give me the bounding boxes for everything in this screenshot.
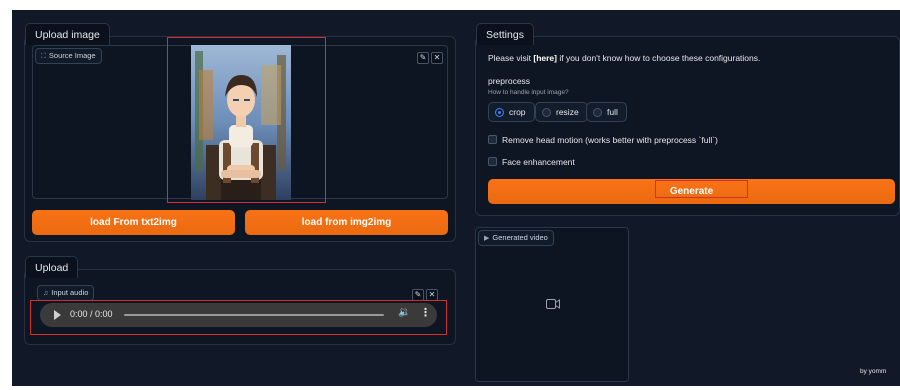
volume-icon[interactable]: 🔉 (398, 307, 410, 318)
radio-full[interactable]: full (586, 102, 627, 122)
music-note-icon: ♫ (43, 290, 49, 297)
image-icon: ⛶ (41, 53, 46, 60)
input-audio-label: Input audio (51, 288, 89, 297)
radio-dot-full (593, 108, 602, 117)
app-root: Upload image ⛶ Source Image ✎ ✕ load Fro… (12, 10, 900, 386)
tab-upload-image[interactable]: Upload image (25, 23, 110, 45)
audio-progress-track[interactable] (124, 314, 384, 316)
radio-full-label: full (607, 107, 618, 117)
face-enhancement-label: Face enhancement (502, 157, 575, 167)
radio-resize[interactable]: resize (535, 102, 588, 122)
audio-time: 0:00 / 0:00 (70, 309, 113, 319)
play-icon[interactable] (54, 310, 61, 320)
generated-video-box: ▶ Generated video (475, 227, 629, 382)
still-mode-label: Remove head motion (works better with pr… (502, 135, 718, 145)
radio-dot-crop (495, 108, 504, 117)
radio-resize-label: resize (556, 107, 579, 117)
help-prefix: Please visit (488, 53, 534, 63)
close-audio-icon[interactable]: ✕ (426, 289, 438, 301)
radio-dot-resize (542, 108, 551, 117)
radio-crop[interactable]: crop (488, 102, 535, 122)
source-image-box[interactable]: ⛶ Source Image ✎ ✕ (32, 45, 448, 200)
radio-crop-label: crop (509, 107, 526, 117)
edit-icon[interactable]: ✎ (417, 52, 429, 64)
input-audio-chip: ♫ Input audio (37, 285, 95, 301)
close-icon[interactable]: ✕ (431, 52, 443, 64)
help-text: Please visit [here] if you don't know ho… (488, 53, 760, 63)
preprocess-label: preprocess (488, 76, 531, 86)
tab-settings[interactable]: Settings (476, 23, 534, 45)
face-enhancement-checkbox[interactable] (488, 157, 497, 166)
generated-video-chip: ▶ Generated video (478, 230, 554, 246)
edit-audio-icon[interactable]: ✎ (412, 289, 424, 301)
generate-button[interactable]: Generate (488, 179, 895, 204)
video-small-icon: ▶ (484, 235, 490, 242)
footer-credit: by yomm (860, 368, 887, 375)
load-from-img2img-button[interactable]: load from img2img (245, 210, 448, 235)
source-image-chip: ⛶ Source Image (35, 48, 102, 64)
load-from-txt2img-button[interactable]: load From txt2img (32, 210, 235, 235)
more-vertical-icon[interactable]: ⋮ (420, 306, 431, 319)
preprocess-hint: How to handle input image? (488, 89, 569, 96)
help-link[interactable]: [here] (533, 53, 557, 63)
video-camera-icon (546, 299, 560, 309)
source-portrait-image (191, 45, 291, 200)
audio-player[interactable]: 0:00 / 0:00 🔉 ⋮ (40, 303, 437, 327)
still-mode-checkbox[interactable] (488, 135, 497, 144)
generated-video-label: Generated video (492, 233, 548, 242)
tab-upload[interactable]: Upload (25, 256, 79, 278)
help-suffix: if you don't know how to choose these co… (556, 53, 761, 63)
source-image-label: Source Image (48, 51, 96, 60)
